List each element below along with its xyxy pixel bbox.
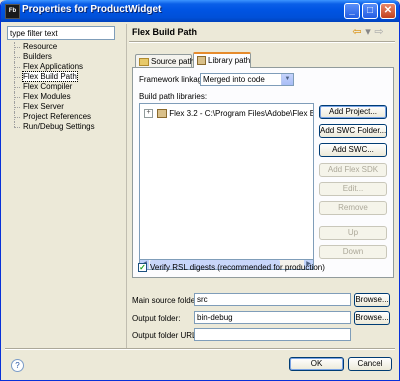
framework-linkage-select[interactable]: Merged into code ▼ [200,73,294,86]
help-icon[interactable]: ? [11,359,24,372]
add-swc-button[interactable]: Add SWC... [319,143,387,157]
tree-item-label: Flex Build Path [22,71,78,82]
up-button[interactable]: Up [319,226,387,240]
tab-source-path[interactable]: Source path [135,54,195,67]
footer-separator [5,348,395,350]
maximize-button[interactable]: □ [362,3,378,19]
framework-linkage-value: Merged into code [203,75,265,84]
tree-item-builders[interactable]: Builders [7,52,125,62]
filter-input[interactable]: type filter text [7,26,115,40]
tab-label: Source path [151,57,195,66]
tree-item-label: Flex Compiler [23,82,73,91]
tree-item-flex-compiler[interactable]: Flex Compiler [7,82,125,92]
output-folder-url-input[interactable] [194,328,351,341]
chevron-down-icon: ▼ [281,74,293,85]
down-button[interactable]: Down [319,245,387,259]
build-path-libraries-label: Build path libraries: [139,92,208,101]
ok-button[interactable]: OK [289,357,344,371]
output-folder-url-label: Output folder URL: [132,331,199,340]
build-path-libraries-tree[interactable]: + Flex 3.2 - C:\Program Files\Adobe\Flex… [139,103,314,260]
close-button[interactable]: ✕ [380,3,396,19]
main-source-folder-label: Main source folder: [132,296,201,305]
tree-item-resource[interactable]: Resource [7,42,125,52]
verify-rsl-label: Verify RSL digests (recommended for prod… [150,263,325,272]
main-source-folder-input[interactable]: src [194,293,351,306]
tree-item-flex-server[interactable]: Flex Server [7,102,125,112]
tab-label: Library path [208,56,251,65]
add-flex-sdk-button[interactable]: Add Flex SDK [319,163,387,177]
cancel-button[interactable]: Cancel [348,357,392,371]
framework-linkage-label: Framework linkage: [139,75,209,84]
property-page-tree: Resource Builders Flex Applications Flex… [7,42,125,132]
title-bar[interactable]: Fb Properties for ProductWidget _ □ ✕ [1,0,399,22]
properties-dialog: Fb Properties for ProductWidget _ □ ✕ ty… [0,0,400,381]
library-entry-flex-sdk[interactable]: + Flex 3.2 - C:\Program Files\Adobe\Flex… [144,109,313,119]
tree-item-label: Project References [23,112,92,121]
add-project-button[interactable]: Add Project... [319,105,387,119]
tree-item-label: Flex Server [23,102,64,111]
edit-button[interactable]: Edit... [319,182,387,196]
library-folder-icon [157,109,168,119]
source-folder-icon [139,57,149,66]
tree-item-label: Flex Applications [23,62,84,71]
tree-item-label: Flex Modules [23,92,71,101]
browse-output-button[interactable]: Browse... [354,311,390,325]
tree-item-label: Run/Debug Settings [23,122,95,131]
output-folder-label: Output folder: [132,314,181,323]
tree-item-flex-applications[interactable]: Flex Applications [7,62,125,72]
page-title: Flex Build Path [132,27,198,37]
output-folder-input[interactable]: bin-debug [194,311,351,324]
header-separator [129,41,395,43]
library-icon [197,56,206,66]
tree-item-project-references[interactable]: Project References [7,112,125,122]
browse-main-source-button[interactable]: Browse... [354,293,390,307]
remove-button[interactable]: Remove [319,201,387,215]
tab-library-path[interactable]: Library path [193,52,251,68]
tree-item-label: Builders [23,52,52,61]
window-title: Properties for ProductWidget [22,4,162,15]
verify-rsl-checkbox[interactable]: ✓ [138,263,147,272]
tree-item-run-debug-settings[interactable]: Run/Debug Settings [7,122,125,132]
expand-icon[interactable]: + [144,109,153,119]
tree-item-flex-modules[interactable]: Flex Modules [7,92,125,102]
library-entry-label: Flex 3.2 - C:\Program Files\Adobe\Flex B… [169,109,313,118]
tree-item-flex-build-path[interactable]: Flex Build Path [7,71,125,82]
forward-arrow-icon[interactable]: ⇨ [373,26,385,38]
add-swc-folder-button[interactable]: Add SWC Folder... [319,124,387,138]
tree-item-label: Resource [23,42,58,51]
minimize-button[interactable]: _ [344,3,360,19]
sash-divider[interactable] [126,24,127,348]
flex-builder-icon: Fb [5,4,20,19]
